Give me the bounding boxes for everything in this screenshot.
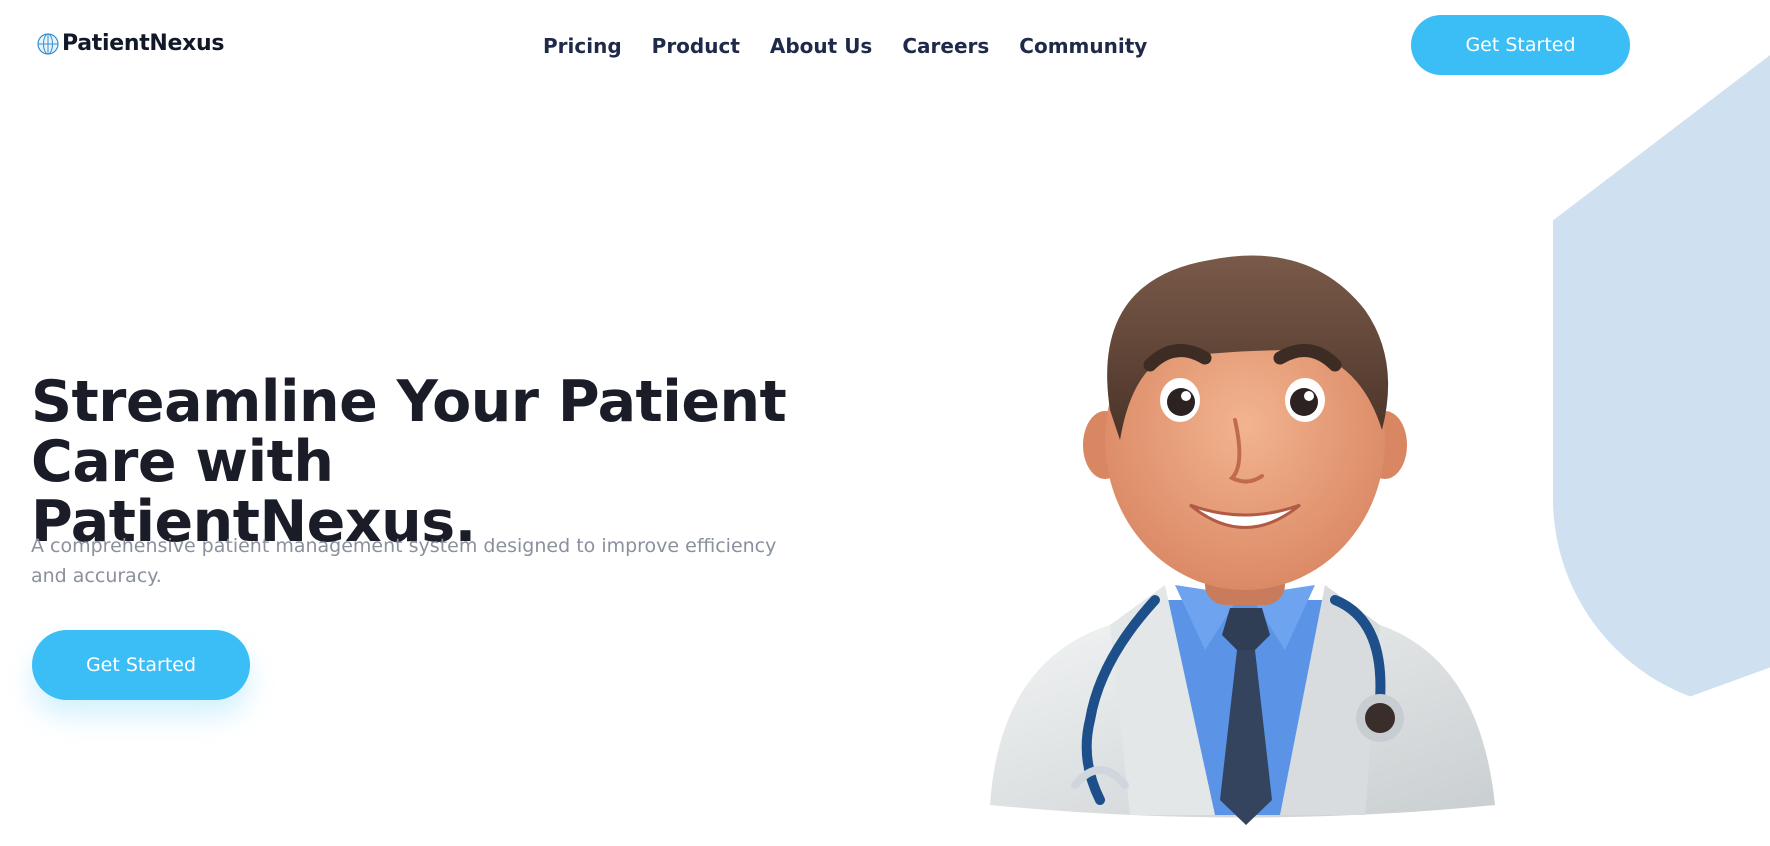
- nav-link-product[interactable]: Product: [652, 34, 740, 58]
- nav-link-about-us[interactable]: About Us: [770, 34, 872, 58]
- top-navbar: PatientNexus Pricing Product About Us Ca…: [0, 0, 1770, 92]
- header-get-started-button[interactable]: Get Started: [1411, 15, 1630, 75]
- background-decor-shape: [1553, 30, 1770, 710]
- nav-link-community[interactable]: Community: [1019, 34, 1147, 58]
- brand-logo[interactable]: PatientNexus: [36, 31, 225, 56]
- brand-name: PatientNexus: [62, 31, 225, 56]
- hero-title: Streamline Your Patient Care with Patien…: [31, 372, 791, 552]
- globe-icon: [37, 32, 59, 55]
- hero-title-line-1: Streamline Your Patient: [31, 369, 787, 435]
- hero-get-started-button[interactable]: Get Started: [32, 630, 250, 700]
- hero-subtitle: A comprehensive patient management syste…: [31, 535, 777, 587]
- nav-link-careers[interactable]: Careers: [902, 34, 989, 58]
- main-nav: Pricing Product About Us Careers Communi…: [543, 34, 1177, 58]
- nav-link-pricing[interactable]: Pricing: [543, 34, 622, 58]
- doctor-avatar-illustration: [990, 255, 1495, 825]
